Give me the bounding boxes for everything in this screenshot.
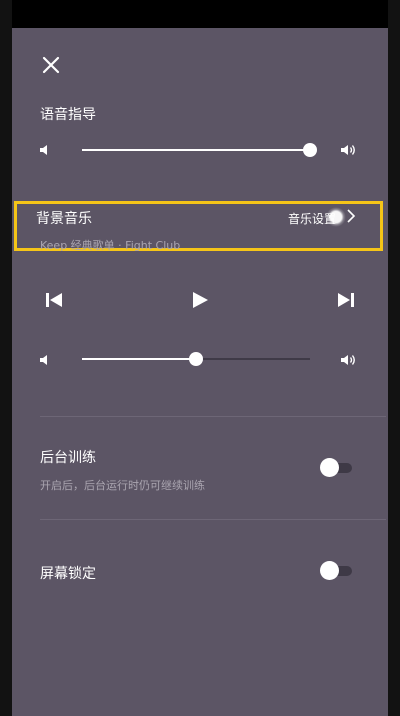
screen-lock-toggle[interactable]	[316, 559, 354, 581]
play-button[interactable]	[190, 291, 210, 309]
device-left-bezel	[0, 0, 12, 716]
close-button[interactable]	[40, 54, 62, 76]
background-music-title: 背景音乐	[36, 211, 92, 227]
previous-track-button[interactable]	[44, 291, 64, 309]
volume-low-icon	[40, 145, 47, 155]
device-right-bezel	[388, 0, 400, 716]
background-training-toggle[interactable]	[316, 456, 354, 478]
background-training-description: 开启后，后台运行时仍可继续训练	[40, 479, 205, 492]
slider-thumb[interactable]	[303, 143, 317, 157]
slider-thumb[interactable]	[189, 352, 203, 366]
touch-indicator	[326, 207, 346, 227]
volume-low-icon	[40, 355, 47, 365]
background-training-title: 后台训练	[40, 450, 96, 466]
device-top-bezel	[0, 0, 400, 28]
toggle-knob	[320, 458, 339, 477]
toggle-knob	[320, 561, 339, 580]
voice-settings-screen: 语音指导 背景音乐 音乐设置 Keep 经典歌单 · Fight Club 后台…	[12, 28, 388, 716]
divider	[40, 519, 386, 520]
chevron-right-icon[interactable]	[346, 209, 356, 223]
close-icon	[42, 56, 60, 74]
volume-high-icon	[341, 145, 355, 155]
previous-track-icon	[46, 293, 62, 307]
play-icon	[193, 292, 208, 308]
volume-high-icon	[341, 355, 355, 365]
divider	[40, 416, 386, 417]
playlist-name: Keep 经典歌单 · Fight Club	[40, 239, 181, 252]
voice-volume-slider[interactable]	[82, 142, 317, 158]
slider-fill	[82, 149, 310, 151]
slider-fill	[82, 358, 196, 360]
next-track-button[interactable]	[336, 291, 356, 309]
screen-lock-title: 屏幕锁定	[40, 566, 96, 582]
next-track-icon	[338, 293, 354, 307]
voice-guide-title: 语音指导	[40, 107, 96, 123]
music-volume-slider[interactable]	[82, 351, 310, 367]
